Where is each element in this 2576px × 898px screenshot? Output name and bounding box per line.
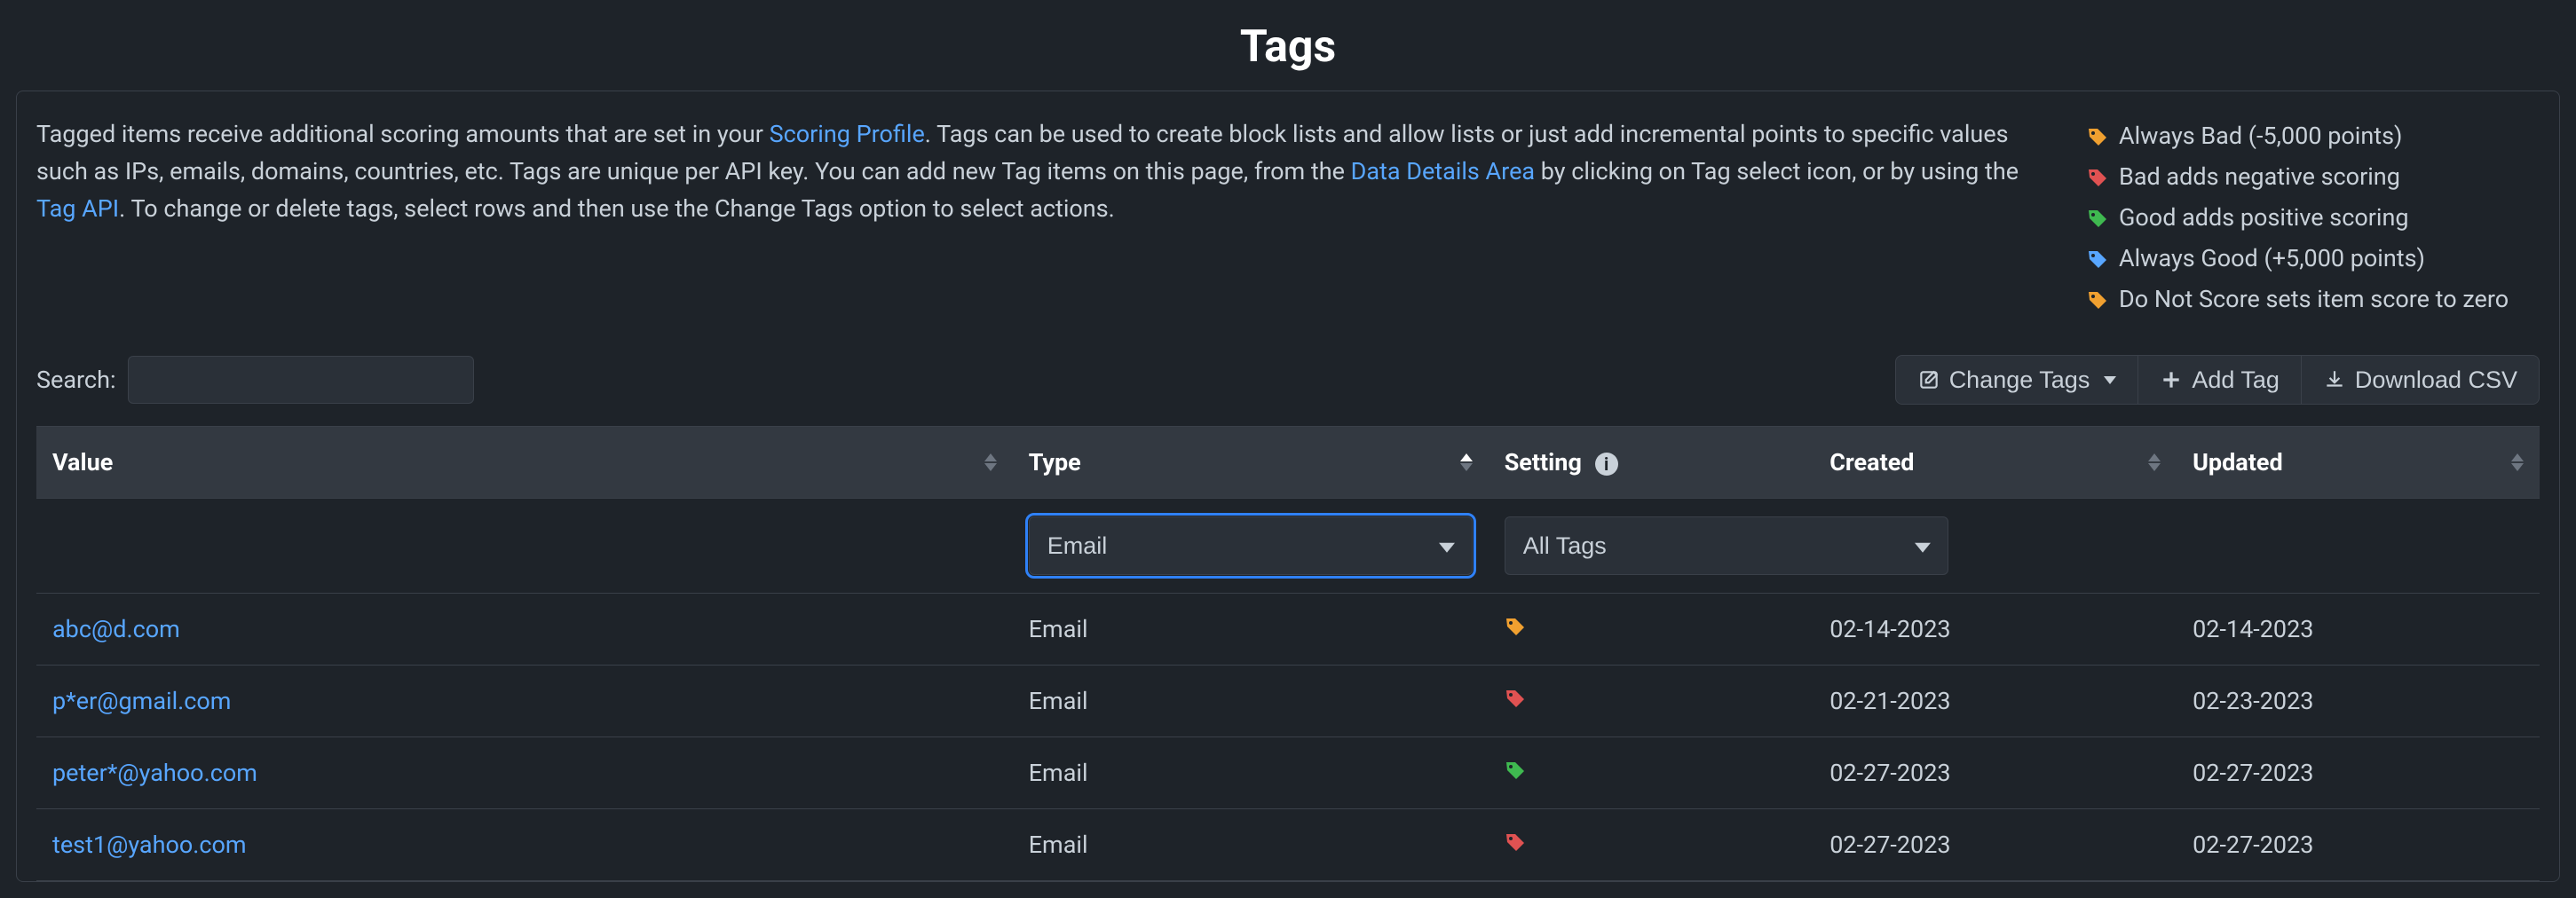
col-created[interactable]: Created	[1813, 427, 2177, 499]
chevron-down-icon	[2104, 376, 2116, 384]
updated-cell: 02-27-2023	[2177, 737, 2540, 809]
desc-part4: . To change or delete tags, select rows …	[119, 194, 1115, 223]
updated-cell: 02-14-2023	[2177, 594, 2540, 666]
tag-type-cell: Email	[1013, 594, 1489, 666]
updated-cell: 02-27-2023	[2177, 809, 2540, 881]
legend-text: Always Good (+5,000 points)	[2119, 239, 2425, 280]
download-csv-button[interactable]: Download CSV	[2302, 355, 2540, 405]
tag-api-link[interactable]: Tag API	[36, 194, 119, 223]
tag-value-link[interactable]: p*er@gmail.com	[52, 687, 232, 715]
tag-value-link[interactable]: test1@yahoo.com	[52, 831, 247, 859]
data-details-link[interactable]: Data Details Area	[1351, 157, 1535, 185]
download-icon	[2323, 368, 2346, 391]
setting-filter-select[interactable]: All Tags	[1505, 516, 1948, 575]
legend-text: Bad adds negative scoring	[2119, 157, 2400, 198]
change-tags-button[interactable]: Change Tags	[1895, 355, 2139, 405]
desc-part1: Tagged items receive additional scoring …	[36, 120, 770, 148]
tag-icon	[2087, 167, 2108, 188]
table-row[interactable]: peter*@yahoo.com Email 02-27-2023 02-27-…	[36, 737, 2540, 809]
sort-icon	[2148, 453, 2161, 471]
tag-type-cell: Email	[1013, 737, 1489, 809]
legend-item: Always Bad (-5,000 points)	[2087, 116, 2540, 157]
search-label: Search:	[36, 366, 115, 394]
button-group: Change Tags Add Tag Download CSV	[1895, 355, 2540, 405]
tag-icon	[1505, 760, 1526, 781]
legend-item: Do Not Score sets item score to zero	[2087, 280, 2540, 320]
sort-icon	[984, 453, 997, 471]
tag-icon	[1505, 831, 1526, 853]
legend-item: Good adds positive scoring	[2087, 198, 2540, 239]
legend-text: Good adds positive scoring	[2119, 198, 2409, 239]
created-cell: 02-27-2023	[1813, 809, 2177, 881]
col-updated-label: Updated	[2193, 448, 2283, 477]
col-setting-label: Setting	[1505, 448, 1582, 477]
created-cell: 02-27-2023	[1813, 737, 2177, 809]
col-updated[interactable]: Updated	[2177, 427, 2540, 499]
table-row[interactable]: p*er@gmail.com Email 02-21-2023 02-23-20…	[36, 666, 2540, 737]
created-cell: 02-21-2023	[1813, 666, 2177, 737]
tag-icon	[1505, 688, 1526, 709]
add-tag-label: Add Tag	[2192, 366, 2280, 394]
description-text: Tagged items receive additional scoring …	[36, 116, 2034, 319]
tag-icon	[2087, 248, 2108, 270]
col-created-label: Created	[1829, 448, 1914, 477]
col-type-label: Type	[1029, 448, 1081, 477]
tag-type-cell: Email	[1013, 809, 1489, 881]
tag-icon	[1505, 616, 1526, 637]
edit-icon	[1917, 368, 1940, 391]
type-filter-select[interactable]: Email	[1029, 516, 1473, 575]
legend-text: Always Bad (-5,000 points)	[2119, 116, 2402, 157]
col-setting[interactable]: Setting i	[1489, 427, 1814, 499]
legend-item: Always Good (+5,000 points)	[2087, 239, 2540, 280]
tag-icon	[2087, 126, 2108, 147]
tag-type-cell: Email	[1013, 666, 1489, 737]
tag-icon	[2087, 289, 2108, 311]
table-row[interactable]: test1@yahoo.com Email 02-27-2023 02-27-2…	[36, 809, 2540, 881]
col-value[interactable]: Value	[36, 427, 1013, 499]
plus-icon	[2160, 368, 2183, 391]
scoring-profile-link[interactable]: Scoring Profile	[770, 120, 925, 148]
legend: Always Bad (-5,000 points)Bad adds negat…	[2087, 116, 2540, 319]
sort-icon	[2511, 453, 2524, 471]
filter-row: Email All Tags	[36, 499, 2540, 594]
download-csv-label: Download CSV	[2355, 366, 2517, 394]
table-row[interactable]: abc@d.com Email 02-14-2023 02-14-2023	[36, 594, 2540, 666]
legend-text: Do Not Score sets item score to zero	[2119, 280, 2509, 320]
col-value-label: Value	[52, 448, 113, 477]
search-input[interactable]	[128, 356, 474, 404]
page-title: Tags	[0, 0, 2576, 91]
main-panel: Tagged items receive additional scoring …	[16, 91, 2560, 882]
desc-part3: by clicking on Tag select icon, or by us…	[1535, 157, 2019, 185]
tag-value-link[interactable]: abc@d.com	[52, 615, 180, 643]
legend-item: Bad adds negative scoring	[2087, 157, 2540, 198]
add-tag-button[interactable]: Add Tag	[2138, 355, 2302, 405]
tag-icon	[2087, 208, 2108, 229]
tags-table: Value Type Setting i Created Updated	[36, 426, 2540, 881]
info-icon[interactable]: i	[1595, 453, 1618, 476]
created-cell: 02-14-2023	[1813, 594, 2177, 666]
col-type[interactable]: Type	[1013, 427, 1489, 499]
tag-value-link[interactable]: peter*@yahoo.com	[52, 759, 257, 787]
change-tags-label: Change Tags	[1949, 366, 2090, 394]
updated-cell: 02-23-2023	[2177, 666, 2540, 737]
sort-icon	[1460, 453, 1473, 471]
